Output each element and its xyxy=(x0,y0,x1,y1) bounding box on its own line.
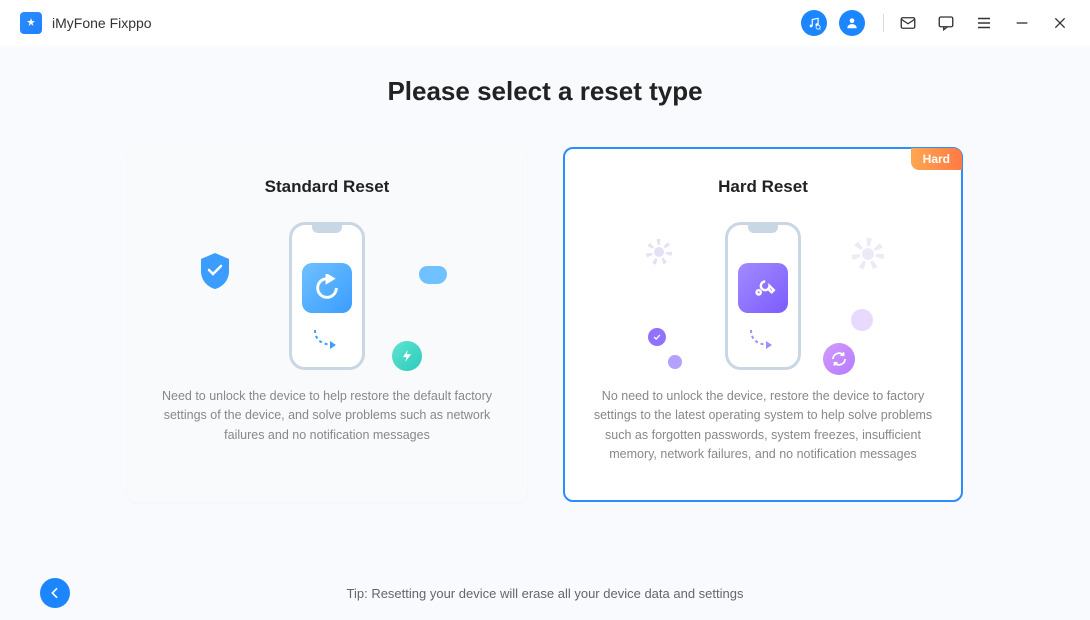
card-hard-illustration xyxy=(593,211,933,381)
footer-tip: Tip: Resetting your device will erase al… xyxy=(40,586,1050,601)
titlebar-icon-group-right xyxy=(898,13,1070,33)
dot-icon xyxy=(851,309,873,331)
close-icon[interactable] xyxy=(1050,13,1070,33)
phone-illustration xyxy=(289,222,365,370)
check-badge-icon xyxy=(648,328,666,346)
card-hard-desc: No need to unlock the device, restore th… xyxy=(593,387,933,465)
phone-illustration xyxy=(725,222,801,370)
card-hard-reset[interactable]: Hard Hard Reset xyxy=(563,147,963,502)
arrow-swirl-icon xyxy=(746,325,786,355)
sync-badge-icon xyxy=(823,343,855,375)
titlebar-icon-group-left xyxy=(801,10,865,36)
back-button[interactable] xyxy=(40,578,70,608)
page-title: Please select a reset type xyxy=(60,76,1030,107)
titlebar-right xyxy=(801,10,1070,36)
account-icon[interactable] xyxy=(839,10,865,36)
cards-container: Standard Reset Need to unlock the device… xyxy=(60,147,1030,502)
app-name: iMyFone Fixppo xyxy=(52,15,152,31)
menu-icon[interactable] xyxy=(974,13,994,33)
content-area: Please select a reset type Standard Rese… xyxy=(0,46,1090,566)
gear-icon xyxy=(843,229,893,279)
arrow-left-icon xyxy=(47,585,63,601)
feedback-icon[interactable] xyxy=(936,13,956,33)
music-search-icon[interactable] xyxy=(801,10,827,36)
card-standard-illustration xyxy=(157,211,497,381)
minimize-icon[interactable] xyxy=(1012,13,1032,33)
shield-icon xyxy=(197,251,233,291)
app-logo xyxy=(20,12,42,34)
titlebar-left: iMyFone Fixppo xyxy=(20,12,152,34)
arrow-swirl-icon xyxy=(310,325,350,355)
titlebar: iMyFone Fixppo xyxy=(0,0,1090,46)
dot-icon xyxy=(668,355,682,369)
footer-bar: Tip: Resetting your device will erase al… xyxy=(0,566,1090,620)
wrench-app-icon xyxy=(738,263,788,313)
cloud-icon xyxy=(419,266,447,284)
card-hard-title: Hard Reset xyxy=(593,177,933,197)
card-hard-badge: Hard xyxy=(911,148,962,170)
card-standard-desc: Need to unlock the device to help restor… xyxy=(157,387,497,445)
refresh-app-icon xyxy=(302,263,352,313)
card-standard-title: Standard Reset xyxy=(157,177,497,197)
titlebar-divider xyxy=(883,14,884,32)
gear-icon xyxy=(638,231,680,273)
bolt-badge-icon xyxy=(392,341,422,371)
card-standard-reset[interactable]: Standard Reset Need to unlock the device… xyxy=(127,147,527,502)
mail-icon[interactable] xyxy=(898,13,918,33)
